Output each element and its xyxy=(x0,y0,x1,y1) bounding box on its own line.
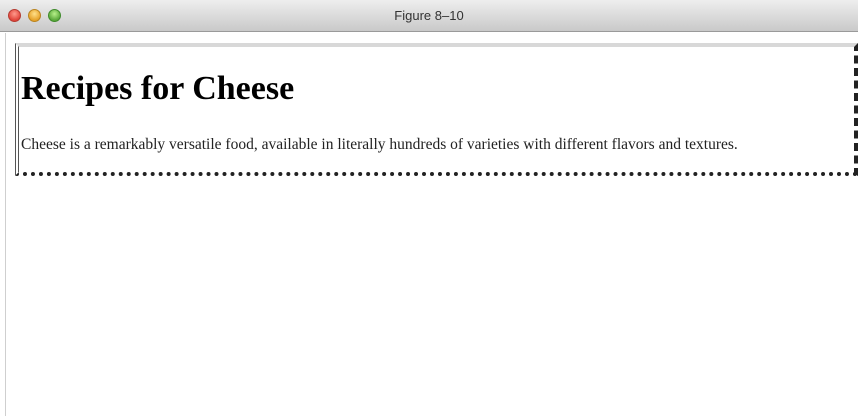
page-content: Recipes for Cheese Cheese is a remarkabl… xyxy=(5,33,858,416)
bordered-section: Recipes for Cheese Cheese is a remarkabl… xyxy=(15,43,858,176)
intro-paragraph: Cheese is a remarkably versatile food, a… xyxy=(21,136,738,153)
window-title: Figure 8–10 xyxy=(394,8,464,23)
browser-window: Figure 8–10 Recipes for Cheese Cheese is… xyxy=(0,0,858,416)
title-bar[interactable]: Figure 8–10 xyxy=(0,0,858,32)
page-heading: Recipes for Cheese xyxy=(21,70,295,107)
